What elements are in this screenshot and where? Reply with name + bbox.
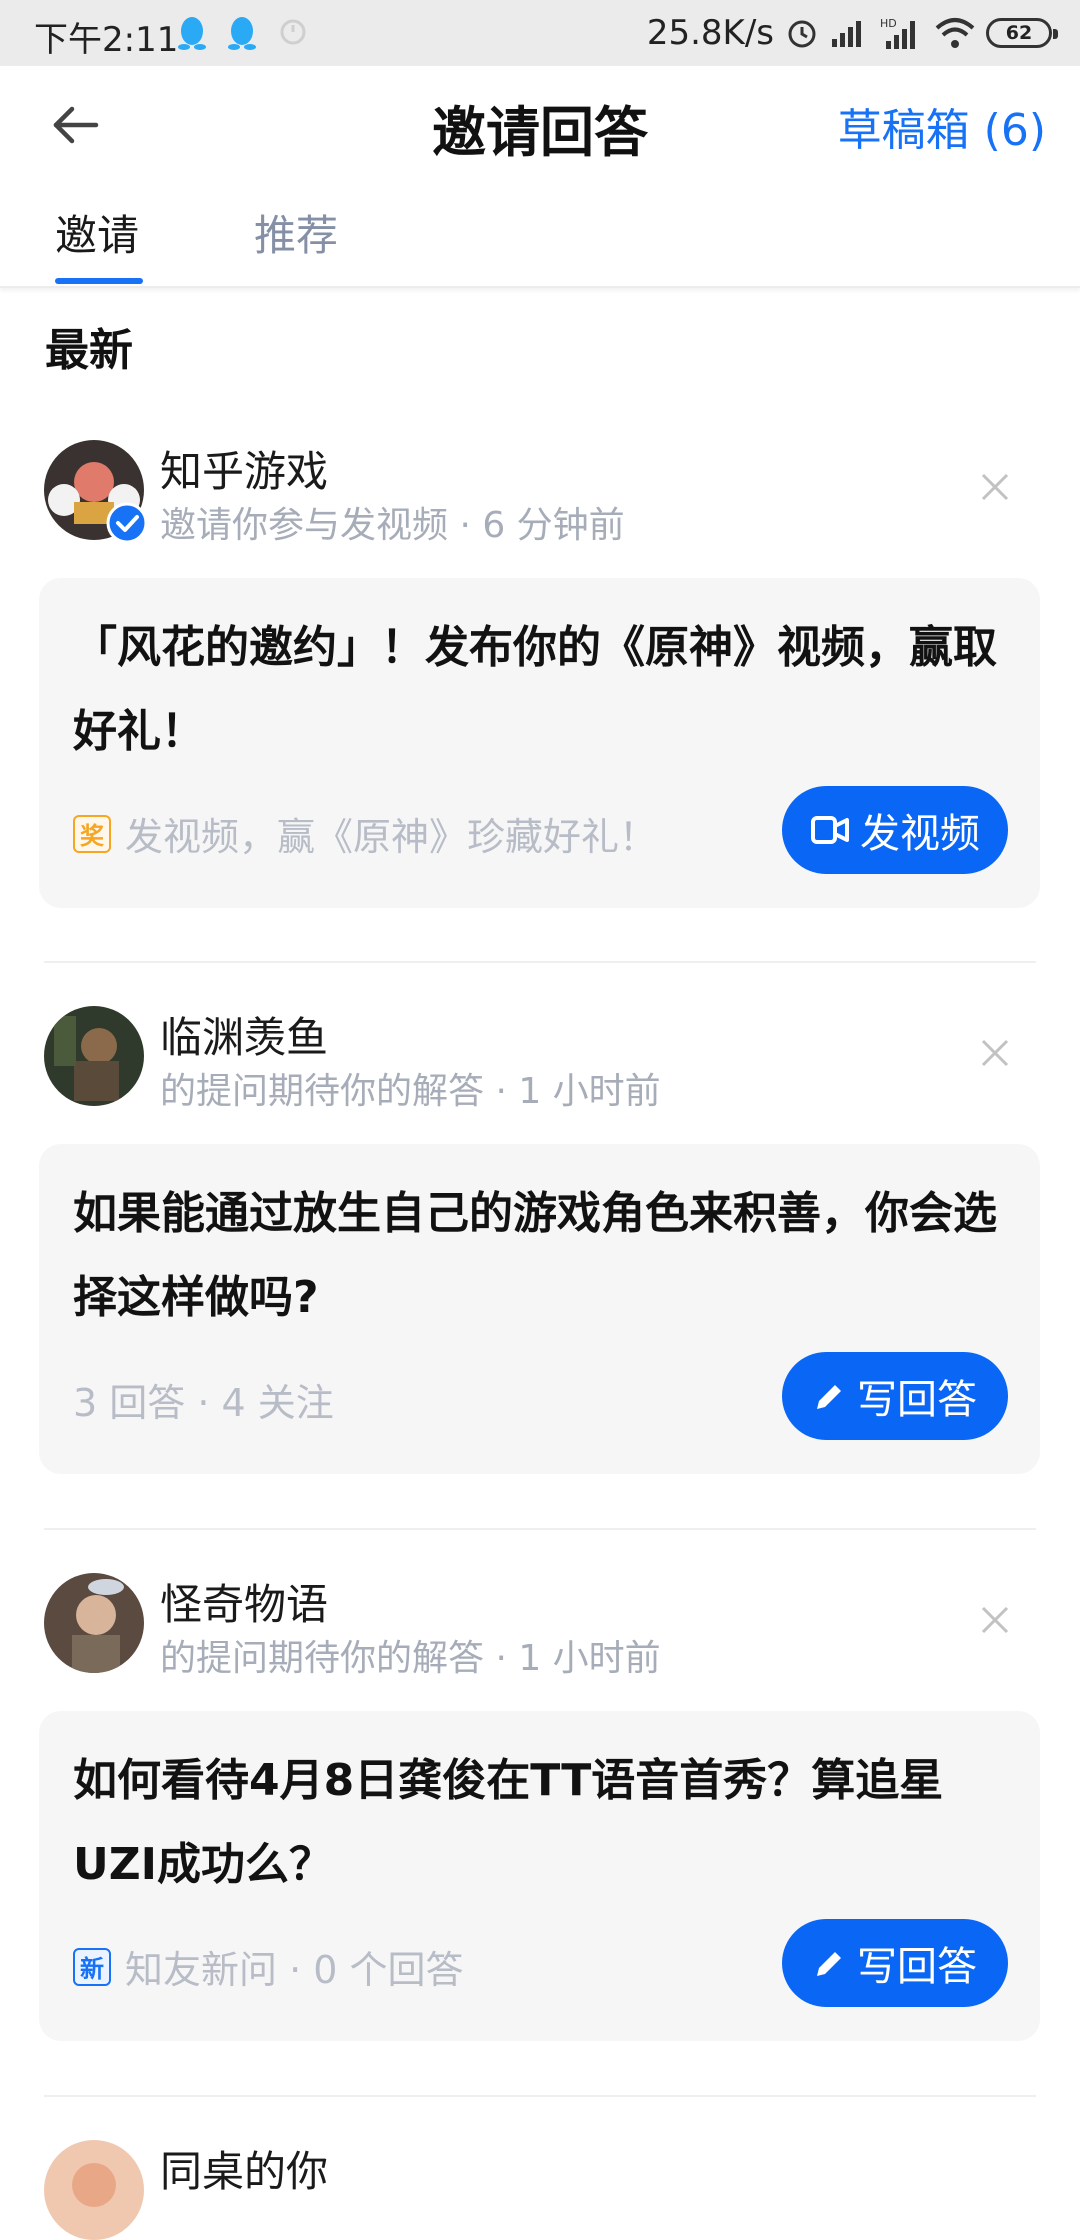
write-answer-button[interactable]: 写回答: [782, 1919, 1008, 2007]
active-tab-indicator: [55, 278, 143, 284]
write-answer-button[interactable]: 写回答: [782, 1352, 1008, 1440]
avatar[interactable]: [44, 1573, 144, 1673]
top-app-bar: 邀请回答 草稿箱 (6): [0, 66, 1080, 186]
battery-indicator: 62: [986, 18, 1058, 48]
divider: [44, 961, 1036, 963]
award-badge-icon: 奖: [73, 814, 111, 853]
invite-subtitle: 邀请你参与发视频 · 6 分钟前: [160, 505, 625, 546]
user-name[interactable]: 怪奇物语: [160, 1571, 328, 1632]
close-icon[interactable]: [978, 1036, 1012, 1070]
wifi-icon: [935, 18, 975, 48]
meta-text: 3 回答 · 4 关注: [73, 1381, 334, 1425]
status-time: 下午2:11: [34, 20, 179, 60]
hd-signal-icon: HD: [880, 17, 915, 49]
tab-recommend[interactable]: 推荐: [254, 202, 338, 263]
qq-notification-icon: [228, 17, 256, 50]
status-bar: 下午2:11 25.8K/s HD 62: [0, 0, 1080, 66]
close-icon[interactable]: [978, 470, 1012, 504]
divider: [44, 1528, 1036, 1530]
drafts-button[interactable]: 草稿箱 (6): [838, 94, 1046, 158]
card-meta: 新 知友新问 · 0 个回答: [73, 1939, 464, 1994]
user-name[interactable]: 知乎游戏: [160, 438, 328, 499]
question-card[interactable]: 如何看待4月8日龚俊在TT语音首秀？算追星UZI成功么？ 新 知友新问 · 0 …: [39, 1711, 1040, 2041]
timer-icon: [280, 19, 306, 45]
close-icon[interactable]: [978, 1603, 1012, 1637]
pencil-icon: [817, 1385, 841, 1409]
new-badge-icon: 新: [73, 1947, 111, 1986]
section-title: 最新: [45, 325, 133, 376]
write-answer-label: 写回答: [857, 1944, 977, 1990]
tab-bar: 邀请 推荐: [0, 186, 1080, 288]
question-card[interactable]: 「风花的邀约」！发布你的《原神》视频，赢取好礼！ 奖 发视频，赢《原神》珍藏好礼…: [39, 578, 1040, 908]
verified-badge-icon: [106, 502, 148, 544]
avatar[interactable]: [44, 2140, 144, 2240]
card-meta: 3 回答 · 4 关注: [73, 1372, 334, 1427]
tab-invite[interactable]: 邀请: [55, 202, 139, 263]
meta-text: 知友新问 · 0 个回答: [125, 1948, 464, 1992]
video-camera-icon: [811, 816, 849, 844]
svg-text:HD: HD: [880, 17, 897, 30]
card-meta: 奖 发视频，赢《原神》珍藏好礼！: [73, 806, 657, 861]
invite-subtitle: 的提问期待你的解答 · 1 小时前: [160, 1071, 661, 1112]
invite-subtitle: 的提问期待你的解答 · 1 小时前: [160, 1638, 661, 1679]
write-answer-label: 写回答: [857, 1377, 977, 1423]
question-card[interactable]: 如果能通过放生自己的游戏角色来积善，你会选择这样做吗? 3 回答 · 4 关注 …: [39, 1144, 1040, 1474]
question-title[interactable]: 如果能通过放生自己的游戏角色来积善，你会选择这样做吗?: [73, 1172, 1003, 1340]
status-right: 25.8K/s HD 62: [646, 10, 1058, 56]
qq-notification-icon: [178, 17, 206, 50]
post-video-label: 发视频: [860, 811, 980, 857]
post-video-button[interactable]: 发视频: [782, 786, 1008, 874]
pencil-icon: [817, 1952, 841, 1976]
meta-text: 发视频，赢《原神》珍藏好礼！: [125, 815, 658, 859]
user-name[interactable]: 临渊羡鱼: [160, 1004, 328, 1065]
signal-icon: [832, 21, 861, 47]
network-speed: 25.8K/s: [646, 13, 774, 53]
avatar[interactable]: [44, 1006, 144, 1106]
question-title[interactable]: 「风花的邀约」！发布你的《原神》视频，赢取好礼！: [73, 606, 1003, 774]
battery-level: 62: [1005, 22, 1033, 44]
question-title[interactable]: 如何看待4月8日龚俊在TT语音首秀？算追星UZI成功么？: [73, 1739, 1003, 1907]
alarm-icon: [788, 20, 816, 48]
divider: [44, 2095, 1036, 2097]
user-name[interactable]: 同桌的你: [160, 2138, 328, 2199]
